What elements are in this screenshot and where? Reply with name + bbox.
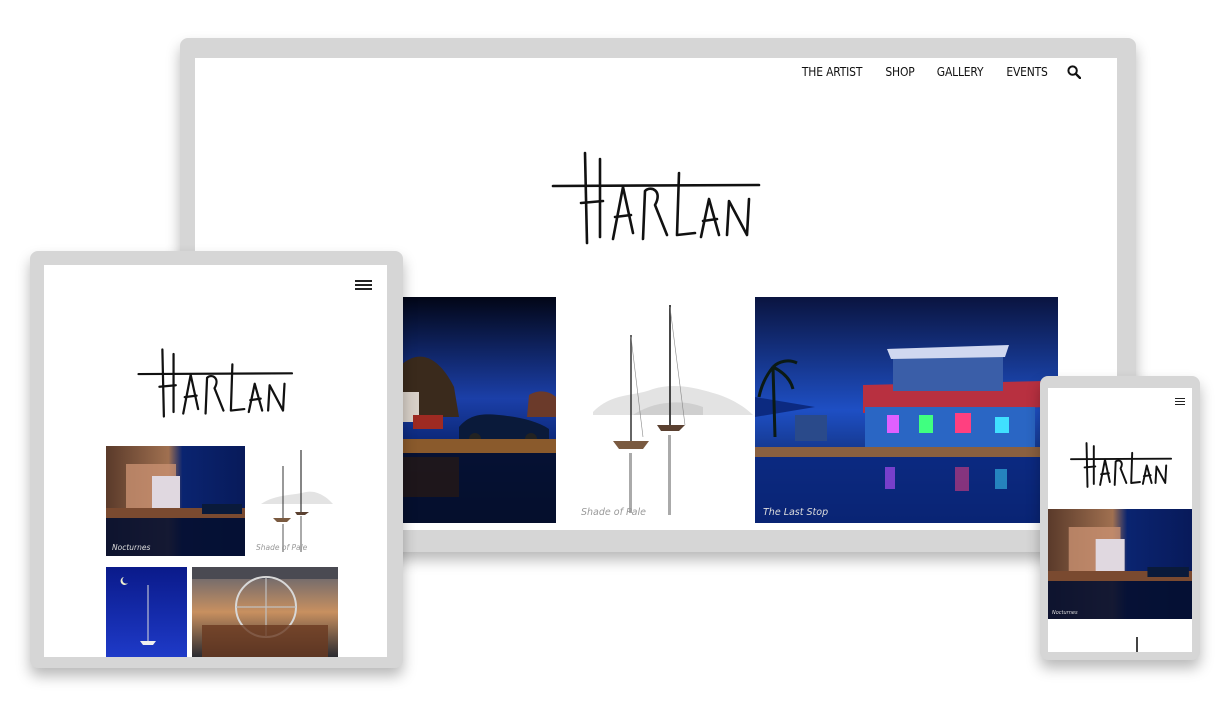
harlan-signature-logo[interactable] [551, 151, 763, 245]
helm-wheel-artwork [192, 567, 338, 657]
nav-shop[interactable]: SHOP [885, 64, 914, 79]
phone-tile-nocturnes[interactable]: Nocturnes [1048, 509, 1192, 619]
nav-the-artist[interactable]: THE ARTIST [802, 64, 862, 79]
neon-house-artwork [755, 297, 1058, 523]
harlan-signature-logo[interactable] [136, 348, 296, 418]
tile-caption: Nocturnes [112, 543, 151, 552]
tablet-screen: Nocturnes Shade of Pale [44, 265, 387, 657]
nocturnes-artwork [106, 446, 245, 556]
menu-line [1175, 403, 1185, 405]
tablet-frame: Nocturnes Shade of Pale [30, 251, 403, 668]
phone-frame: Nocturnes [1040, 376, 1200, 660]
phone-tile-mast-peek [1136, 637, 1138, 652]
desktop-nav: THE ARTIST SHOP GALLERY EVENTS [797, 64, 1081, 79]
gallery-tile-the-last-stop[interactable]: The Last Stop [755, 297, 1058, 523]
hamburger-menu-icon[interactable] [355, 280, 372, 290]
menu-line [1175, 400, 1185, 403]
tile-caption: The Last Stop [763, 507, 829, 518]
tablet-tile-helm[interactable] [192, 567, 338, 657]
harlan-signature-logo[interactable] [1070, 442, 1173, 488]
gallery-tile-shade-of-pale[interactable]: Shade of Pale [573, 297, 757, 523]
phone-screen: Nocturnes [1048, 388, 1192, 652]
tile-caption: Nocturnes [1052, 610, 1078, 616]
menu-line [355, 280, 372, 282]
nocturnes-artwork [1048, 509, 1192, 619]
search-icon[interactable] [1067, 64, 1081, 79]
sailboats-artwork [593, 305, 753, 515]
tablet-tile-nocturnes[interactable]: Nocturnes [106, 446, 245, 556]
tile-caption: Shade of Pale [256, 543, 308, 552]
gallery-tile-car[interactable] [399, 297, 556, 523]
sailboats-artwork [261, 450, 333, 552]
nav-events[interactable]: EVENTS [1006, 64, 1048, 79]
tablet-tile-night-boat[interactable] [106, 567, 187, 657]
menu-line [355, 288, 372, 290]
device-mockup-stage: THE ARTIST SHOP GALLERY EVENTS Shade of … [0, 0, 1230, 720]
menu-line [355, 284, 372, 286]
hamburger-menu-icon[interactable] [1175, 398, 1185, 405]
tablet-tile-shade-of-pale[interactable]: Shade of Pale [251, 446, 337, 556]
car-night-artwork [399, 297, 556, 523]
nav-gallery[interactable]: GALLERY [937, 64, 984, 79]
menu-line [1175, 398, 1185, 400]
night-sailboat-artwork [106, 567, 187, 657]
tile-caption: Shade of Pale [581, 507, 646, 518]
